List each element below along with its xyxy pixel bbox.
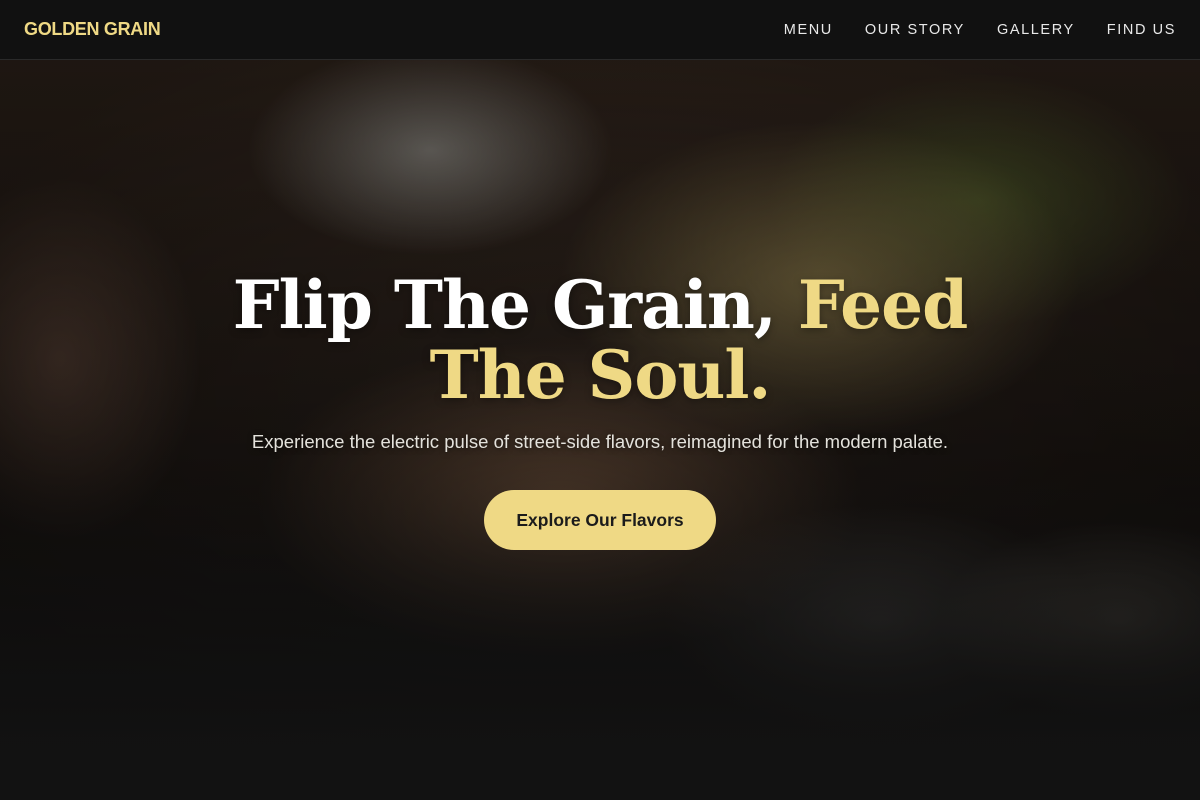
top-nav: GOLDEN GRAIN MENU OUR STORY GALLERY FIND… (0, 0, 1200, 60)
hero-headline: Flip The Grain, Feed The Soul. (170, 270, 1030, 410)
nav-links: MENU OUR STORY GALLERY FIND US (784, 22, 1176, 38)
hero-content: Flip The Grain, Feed The Soul. Experienc… (0, 60, 1200, 800)
headline-main: Flip The Grain, (232, 266, 798, 344)
nav-link-gallery[interactable]: GALLERY (997, 22, 1075, 38)
nav-link-our-story[interactable]: OUR STORY (865, 22, 965, 38)
brand-logo[interactable]: GOLDEN GRAIN (24, 19, 161, 40)
hero-subheading: Experience the electric pulse of street-… (251, 431, 949, 452)
nav-link-find-us[interactable]: FIND US (1107, 22, 1176, 38)
explore-flavors-button[interactable]: Explore Our Flavors (484, 490, 716, 550)
nav-link-menu[interactable]: MENU (784, 22, 833, 38)
